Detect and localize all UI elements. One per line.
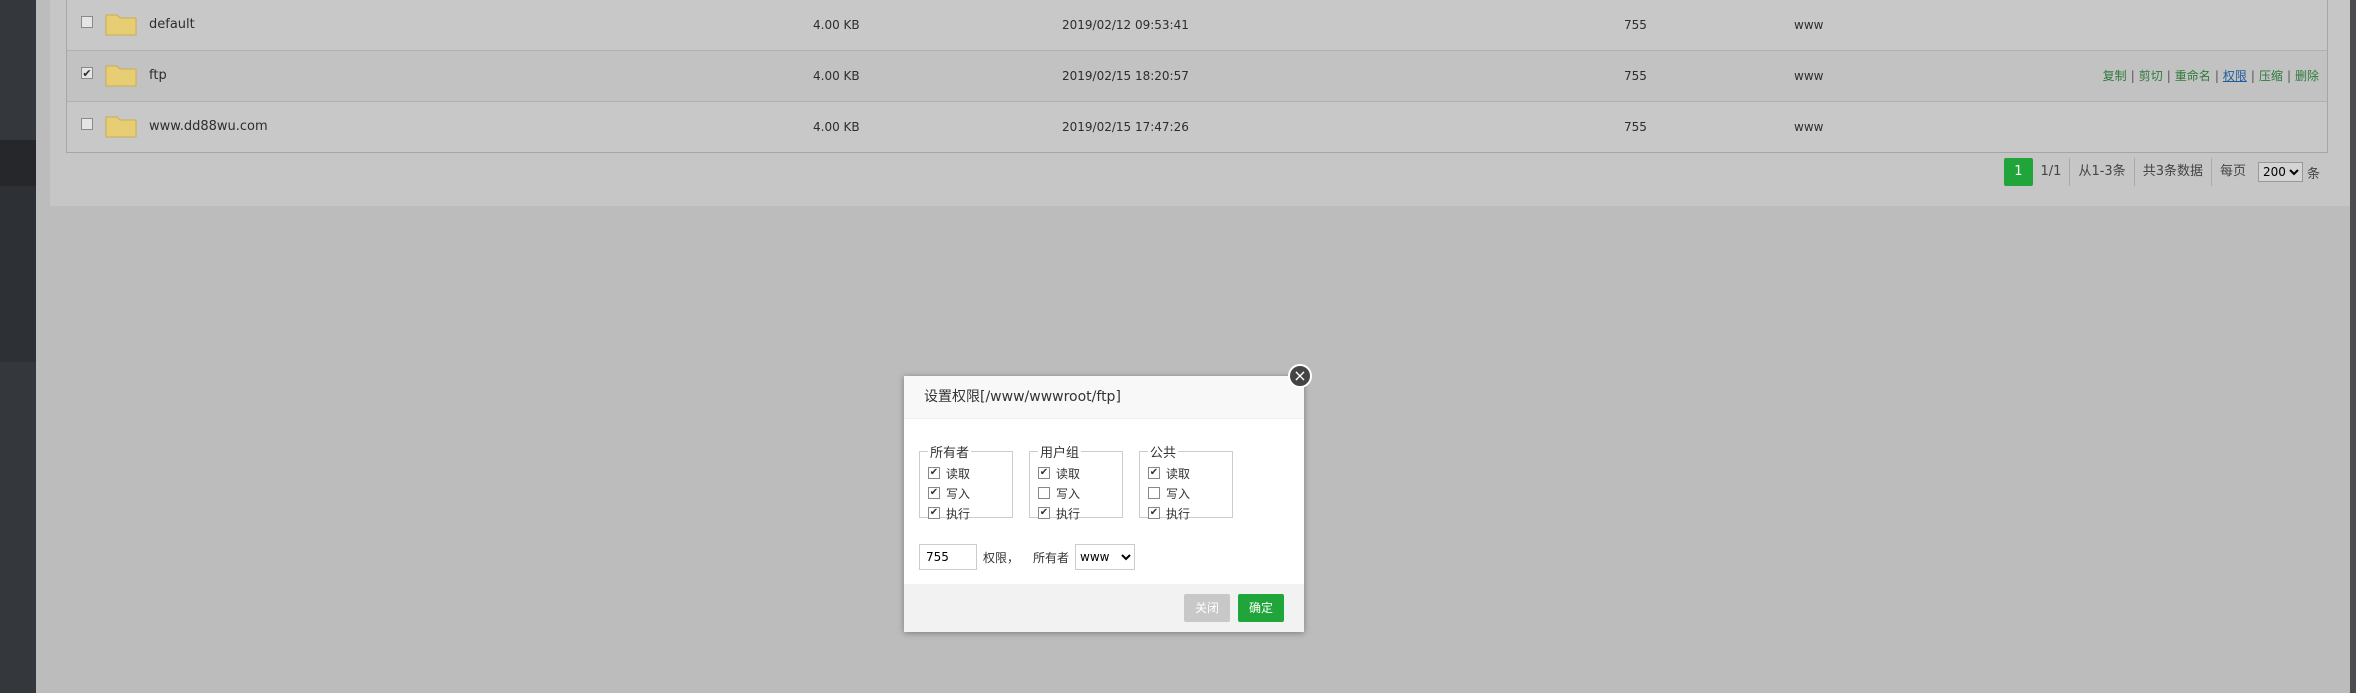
per-page-unit: 条 — [2306, 166, 2320, 182]
file-size: 4.00 KB — [813, 69, 860, 83]
check-icon[interactable]: ✔ — [928, 467, 940, 479]
group-title: 所有者 — [930, 446, 970, 461]
check-icon[interactable]: ✔ — [928, 507, 940, 519]
perm-exec[interactable]: ✔ 执行 — [928, 503, 1002, 523]
dialog-footer: 关闭 确定 — [904, 584, 1304, 632]
permission-input-row: 权限， 所有者 www — [919, 544, 1136, 570]
sidebar-lower-section — [0, 186, 36, 362]
copy-link[interactable]: 复制 — [2103, 69, 2127, 83]
check-icon[interactable]: ✔ — [1038, 467, 1050, 479]
file-owner: www — [1794, 120, 1824, 134]
folder-icon — [105, 65, 137, 87]
table-row[interactable]: www.dd88wu.com 4.00 KB 2019/02/15 17:47:… — [67, 102, 2327, 152]
file-permission: 755 — [1624, 69, 1647, 83]
permission-link[interactable]: 权限 — [2223, 69, 2247, 83]
check-icon[interactable]: ✔ — [1148, 507, 1160, 519]
table-row[interactable]: ✔ ftp 4.00 KB 2019/02/15 18:20:57 755 ww… — [67, 51, 2327, 102]
row-checkbox[interactable] — [81, 118, 93, 130]
owner-select[interactable]: www — [1075, 544, 1136, 570]
compress-link[interactable]: 压缩 — [2259, 69, 2283, 83]
file-permission: 755 — [1624, 18, 1647, 32]
rename-link[interactable]: 重命名 — [2175, 69, 2211, 83]
perm-write[interactable]: 写入 — [1148, 483, 1222, 503]
perm-exec[interactable]: ✔ 执行 — [1148, 503, 1222, 523]
close-icon[interactable]: × — [1288, 364, 1312, 388]
sidebar-active-item[interactable] — [0, 140, 36, 186]
perm-write[interactable]: 写入 — [1038, 483, 1112, 503]
check-icon[interactable]: ✔ — [928, 487, 940, 499]
check-icon[interactable]: ✔ — [1038, 507, 1050, 519]
cut-link[interactable]: 剪切 — [2139, 69, 2163, 83]
permission-dialog: × 设置权限[/www/wwwroot/ftp] 所有者 ✔ 读取 ✔ 写入 ✔ 执行… — [904, 364, 1312, 632]
file-mtime: 2019/02/12 09:53:41 — [1062, 18, 1189, 32]
file-table: default 4.00 KB 2019/02/12 09:53:41 755 … — [66, 0, 2328, 153]
per-page-select[interactable]: 200 — [2257, 162, 2303, 182]
group-usergroup: 用户组 ✔ 读取 写入 ✔ 执行 — [1029, 442, 1123, 521]
page-count: 1/1 — [2040, 164, 2062, 179]
file-owner: www — [1794, 69, 1824, 83]
checkbox-empty[interactable] — [1148, 487, 1160, 499]
row-checkbox[interactable] — [81, 16, 93, 28]
file-owner: www — [1794, 18, 1824, 32]
row-checkbox[interactable]: ✔ — [81, 67, 93, 80]
perm-write[interactable]: ✔ 写入 — [928, 483, 1002, 503]
file-mtime: 2019/02/15 18:20:57 — [1062, 69, 1189, 83]
page-range: 从1-3条 — [2069, 158, 2133, 186]
page-current[interactable]: 1 — [2004, 158, 2033, 186]
perm-exec[interactable]: ✔ 执行 — [1038, 503, 1112, 523]
sidebar — [0, 0, 36, 693]
file-size: 4.00 KB — [813, 18, 860, 32]
folder-icon — [105, 14, 137, 36]
group-title: 用户组 — [1040, 446, 1080, 461]
per-page-label: 每页 — [2210, 158, 2254, 186]
file-mtime: 2019/02/15 17:47:26 — [1062, 120, 1189, 134]
file-name[interactable]: default — [149, 0, 195, 50]
checkbox-empty[interactable] — [1038, 487, 1050, 499]
page-total: 共3条数据 — [2133, 158, 2211, 186]
delete-link[interactable]: 删除 — [2295, 69, 2319, 83]
permission-label: 权限， — [983, 550, 1020, 565]
folder-icon — [105, 116, 137, 138]
permission-groups: 所有者 ✔ 读取 ✔ 写入 ✔ 执行 用户组 ✔ 读取 写入 ✔ 执行 公共 ✔ 读取 写入… — [919, 442, 1233, 521]
perm-read[interactable]: ✔ 读取 — [1038, 463, 1112, 483]
close-button[interactable]: 关闭 — [1184, 594, 1230, 622]
perm-read[interactable]: ✔ 读取 — [928, 463, 1002, 483]
group-owner: 所有者 ✔ 读取 ✔ 写入 ✔ 执行 — [919, 442, 1013, 521]
check-icon[interactable]: ✔ — [1148, 467, 1160, 479]
owner-label: 所有者 — [1033, 550, 1070, 565]
confirm-button[interactable]: 确定 — [1238, 594, 1284, 622]
file-panel: default 4.00 KB 2019/02/12 09:53:41 755 … — [50, 0, 2350, 206]
group-title: 公共 — [1150, 446, 1177, 461]
file-name[interactable]: ftp — [149, 51, 167, 101]
dialog-title: 设置权限[/www/wwwroot/ftp] — [904, 376, 1304, 419]
permission-input[interactable] — [919, 544, 977, 570]
file-size: 4.00 KB — [813, 120, 860, 134]
table-row[interactable]: default 4.00 KB 2019/02/12 09:53:41 755 … — [67, 0, 2327, 51]
pagination: 1 1/1 从1-3条 共3条数据 每页 200 条 — [2004, 158, 2320, 186]
file-name[interactable]: www.dd88wu.com — [149, 102, 268, 152]
right-edge-bar — [2350, 0, 2356, 693]
group-public: 公共 ✔ 读取 写入 ✔ 执行 — [1139, 442, 1233, 521]
file-permission: 755 — [1624, 120, 1647, 134]
perm-read[interactable]: ✔ 读取 — [1148, 463, 1222, 483]
row-actions: 复制 | 剪切 | 重命名 | 权限 | 压缩 | 删除 — [2102, 69, 2319, 83]
